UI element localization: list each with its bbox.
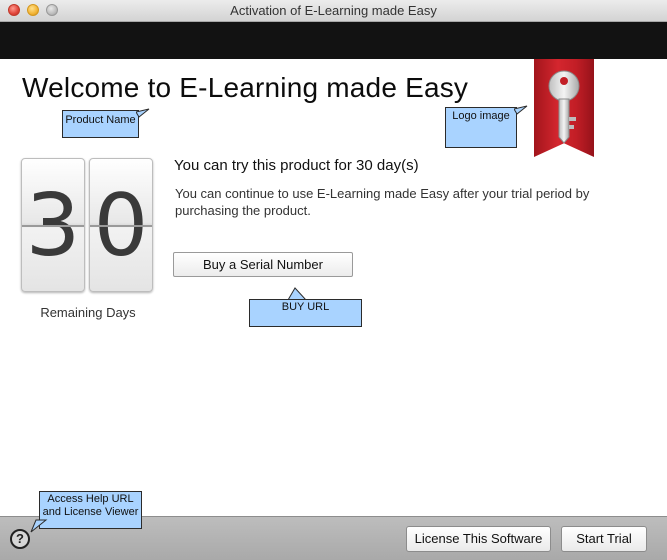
callout-product-name: Product Name [62, 110, 139, 138]
remaining-days-label: Remaining Days [40, 305, 136, 320]
window-title: Activation of E-Learning made Easy [230, 3, 437, 18]
callout-logo-pointer [514, 105, 528, 115]
product-title: Welcome to E-Learning made Easy [22, 72, 469, 103]
trial-title: You can try this product for 30 day(s) [174, 157, 419, 174]
key-icon [548, 70, 580, 144]
callout-product-name-pointer [136, 108, 150, 118]
header-band [0, 22, 667, 59]
callout-help: Access Help URL and License Viewer [39, 491, 142, 529]
trial-description: You can continue to use E-Learning made … [175, 186, 590, 218]
buy-serial-number-button[interactable]: Buy a Serial Number [173, 252, 353, 277]
start-trial-button[interactable]: Start Trial [561, 526, 647, 552]
countdown-digit-ones: 0 [89, 158, 153, 292]
countdown-digit-tens: 3 [21, 158, 85, 292]
title-bar: Activation of E-Learning made Easy [0, 0, 667, 22]
logo-ribbon [534, 59, 594, 157]
callout-logo-image: Logo image [445, 107, 517, 148]
callout-help-pointer [30, 519, 48, 533]
callout-buy-url: BUY URL [249, 299, 362, 327]
help-icon[interactable]: ? [10, 529, 30, 549]
license-software-button[interactable]: License This Software [406, 526, 551, 552]
